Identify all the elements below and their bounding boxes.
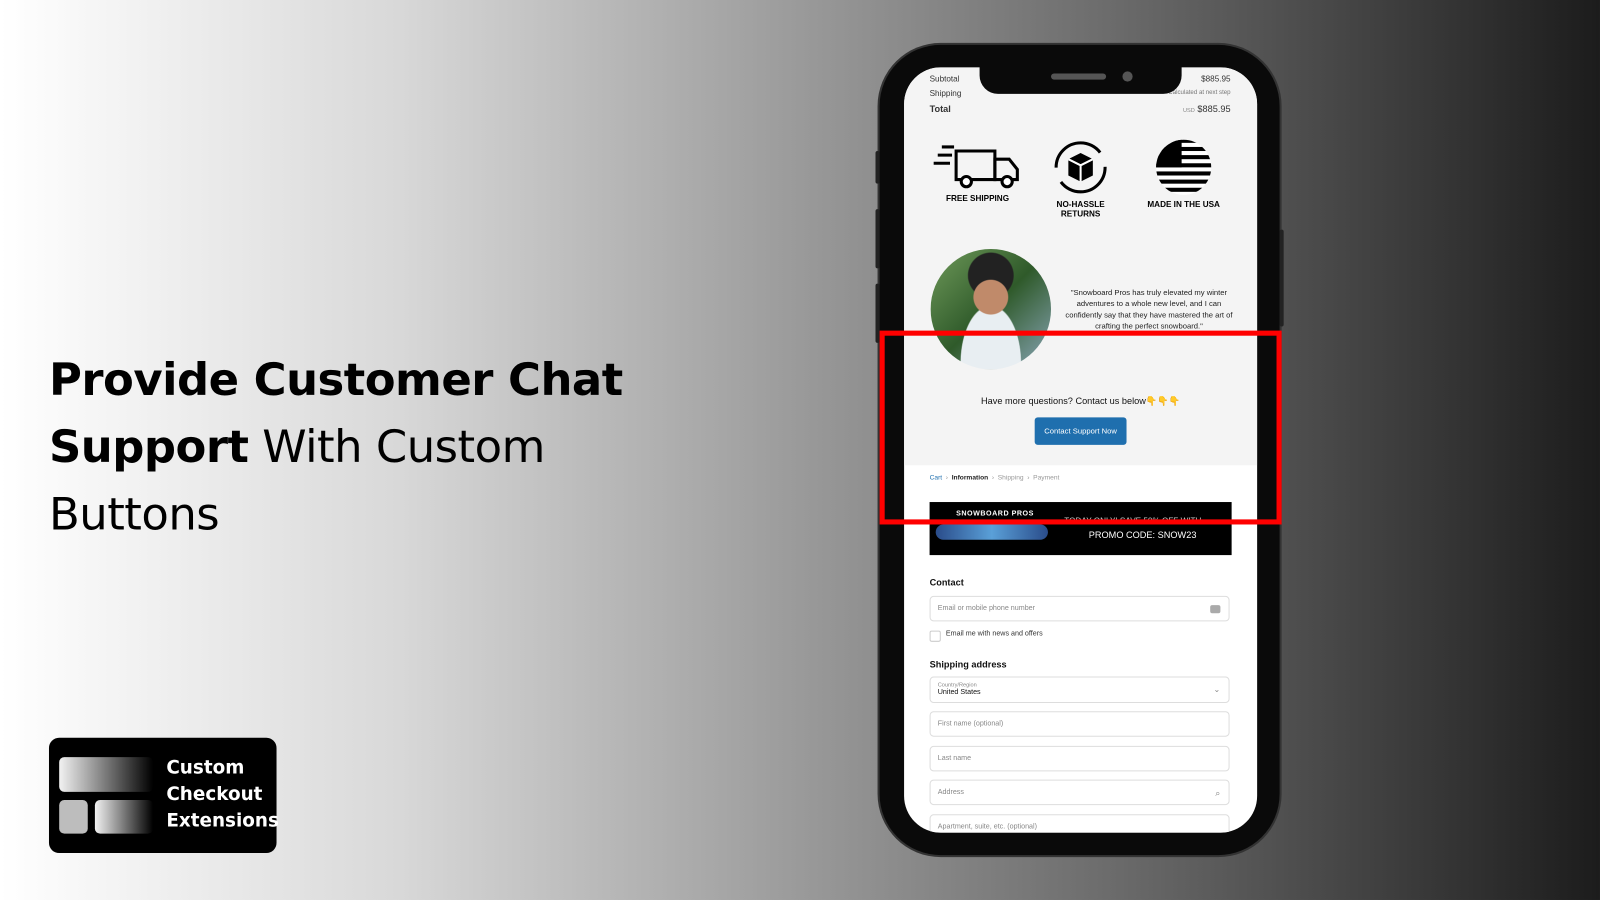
truck-icon	[933, 145, 1019, 189]
speaker	[1051, 73, 1107, 80]
email-field[interactable]: Email or mobile phone number	[929, 595, 1230, 622]
snowboard-image	[935, 524, 1048, 540]
contact-heading: Contact	[929, 577, 964, 588]
currency: USD	[1182, 108, 1195, 115]
subtotal-label: Subtotal	[929, 74, 960, 84]
highlight-box	[879, 330, 1282, 525]
shipping-value: Calculated at next step	[1168, 89, 1231, 96]
slide: Provide Customer Chat Support With Custo…	[0, 0, 1600, 900]
shipping-label: Shipping	[929, 88, 962, 98]
first-name-field[interactable]: First name (optional)	[929, 711, 1230, 737]
logo-tile	[94, 799, 154, 834]
us-flag-icon	[1156, 139, 1212, 195]
autofill-icon	[1210, 605, 1221, 614]
testimonial-quote: "Snowboard Pros has truly elevated my wi…	[1065, 287, 1233, 331]
phone-button	[875, 151, 880, 184]
total-label: Total	[929, 104, 951, 115]
camera	[1122, 71, 1133, 82]
shipping-heading: Shipping address	[929, 659, 1007, 670]
last-name-field[interactable]: Last name	[929, 745, 1230, 772]
badge-free-shipping: FREE SHIPPING	[927, 139, 1029, 203]
chevron-down-icon: ⌄	[1213, 684, 1221, 694]
headline: Provide Customer Chat Support With Custo…	[48, 354, 623, 541]
badge-made-in-usa: MADE IN THE USA	[1133, 139, 1235, 209]
search-icon: ⌕	[1215, 787, 1221, 798]
apartment-field[interactable]: Apartment, suite, etc. (optional)	[929, 814, 1230, 833]
phone-notch	[979, 61, 1182, 94]
logo-tile	[59, 799, 88, 834]
newsletter-label: Email me with news and offers	[945, 630, 1043, 638]
box-returns-icon	[1054, 141, 1107, 194]
logo-tile	[59, 757, 154, 792]
newsletter-checkbox[interactable]	[929, 630, 941, 642]
logo-text: Custom Checkout Extensions	[166, 757, 279, 832]
phone-button	[1279, 229, 1284, 327]
total-value: $885.95	[1197, 104, 1231, 115]
brand-logo: Custom Checkout Extensions	[48, 737, 279, 854]
badge-returns: NO-HASSLE RETURNS	[1030, 139, 1132, 218]
subtotal-value: $885.95	[1201, 74, 1231, 84]
country-select[interactable]: Country/Region United States ⌄	[929, 676, 1230, 704]
address-field[interactable]: Address ⌕	[929, 779, 1230, 806]
phone-button	[875, 209, 880, 269]
